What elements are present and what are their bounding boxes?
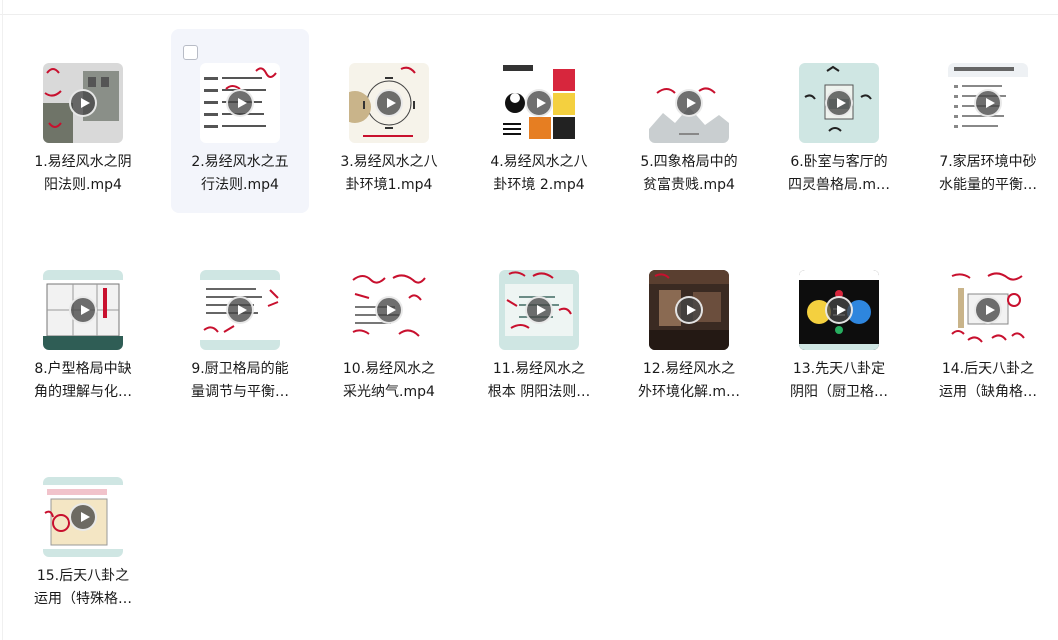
play-icon[interactable] <box>525 89 553 117</box>
file-name: 7.家居环境中砂 水能量的平衡… <box>939 154 1037 193</box>
video-thumbnail[interactable] <box>799 270 879 350</box>
select-checkbox[interactable] <box>183 45 198 60</box>
play-icon[interactable] <box>825 89 853 117</box>
video-thumbnail[interactable] <box>200 270 280 350</box>
file-item[interactable]: 10.易经风水之 采光纳气.mp4 <box>320 236 458 420</box>
play-icon[interactable] <box>375 89 403 117</box>
file-item[interactable]: 5.四象格局中的 贫富贵贱.mp4 <box>620 29 758 213</box>
play-icon[interactable] <box>825 296 853 324</box>
video-thumbnail[interactable] <box>799 63 879 143</box>
play-icon[interactable] <box>226 89 254 117</box>
video-thumbnail[interactable] <box>948 63 1028 143</box>
left-divider <box>2 0 3 640</box>
file-item[interactable]: 13.先天八卦定 阴阳（厨卫格… <box>770 236 908 420</box>
video-thumbnail[interactable] <box>43 63 123 143</box>
file-name: 12.易经风水之 外环境化解.m… <box>637 361 741 400</box>
play-icon[interactable] <box>974 89 1002 117</box>
file-item[interactable]: 11.易经风水之 根本 阴阳法则… <box>470 236 608 420</box>
file-name: 2.易经风水之五 行法则.mp4 <box>191 154 289 193</box>
file-name: 10.易经风水之 采光纳气.mp4 <box>342 361 436 400</box>
video-thumbnail[interactable] <box>649 63 729 143</box>
file-item[interactable]: 7.家居环境中砂 水能量的平衡… <box>919 29 1057 213</box>
video-thumbnail[interactable] <box>349 270 429 350</box>
video-thumbnail[interactable] <box>499 63 579 143</box>
top-divider <box>0 14 1058 15</box>
play-icon[interactable] <box>675 296 703 324</box>
file-item[interactable]: 3.易经风水之八 卦环境1.mp4 <box>320 29 458 213</box>
file-name: 11.易经风水之 根本 阴阳法则… <box>487 361 591 400</box>
video-thumbnail[interactable] <box>499 270 579 350</box>
file-item[interactable]: 12.易经风水之 外环境化解.m… <box>620 236 758 420</box>
play-icon[interactable] <box>69 89 97 117</box>
file-item[interactable]: 1.易经风水之阴 阳法则.mp4 <box>14 29 152 213</box>
video-thumbnail[interactable] <box>948 270 1028 350</box>
file-item[interactable]: 6.卧室与客厅的 四灵兽格局.m… <box>770 29 908 213</box>
file-item[interactable]: 8.户型格局中缺 角的理解与化… <box>14 236 152 420</box>
video-thumbnail[interactable] <box>200 63 280 143</box>
file-name: 13.先天八卦定 阴阳（厨卫格… <box>790 361 888 400</box>
file-name: 9.厨卫格局的能 量调节与平衡… <box>191 361 289 400</box>
play-icon[interactable] <box>375 296 403 324</box>
play-icon[interactable] <box>525 296 553 324</box>
file-name: 14.后天八卦之 运用（缺角格… <box>939 361 1037 400</box>
video-thumbnail[interactable] <box>43 477 123 557</box>
play-icon[interactable] <box>226 296 254 324</box>
play-icon[interactable] <box>69 296 97 324</box>
file-item[interactable]: 4.易经风水之八 卦环境 2.mp4 <box>470 29 608 213</box>
file-item[interactable]: 9.厨卫格局的能 量调节与平衡… <box>171 236 309 420</box>
file-name: 15.后天八卦之 运用（特殊格… <box>34 568 132 607</box>
play-icon[interactable] <box>69 503 97 531</box>
file-name: 1.易经风水之阴 阳法则.mp4 <box>34 154 132 193</box>
file-item[interactable]: 15.后天八卦之 运用（特殊格… <box>14 443 152 627</box>
file-item[interactable]: 2.易经风水之五 行法则.mp4 <box>171 29 309 213</box>
video-thumbnail[interactable] <box>649 270 729 350</box>
file-item[interactable]: 14.后天八卦之 运用（缺角格… <box>919 236 1057 420</box>
video-thumbnail[interactable] <box>349 63 429 143</box>
video-thumbnail[interactable] <box>43 270 123 350</box>
file-name: 5.四象格局中的 贫富贵贱.mp4 <box>640 154 738 193</box>
file-name: 6.卧室与客厅的 四灵兽格局.m… <box>787 154 891 193</box>
file-name: 8.户型格局中缺 角的理解与化… <box>34 361 132 400</box>
play-icon[interactable] <box>974 296 1002 324</box>
file-name: 3.易经风水之八 卦环境1.mp4 <box>340 154 438 193</box>
file-name: 4.易经风水之八 卦环境 2.mp4 <box>490 154 588 193</box>
play-icon[interactable] <box>675 89 703 117</box>
